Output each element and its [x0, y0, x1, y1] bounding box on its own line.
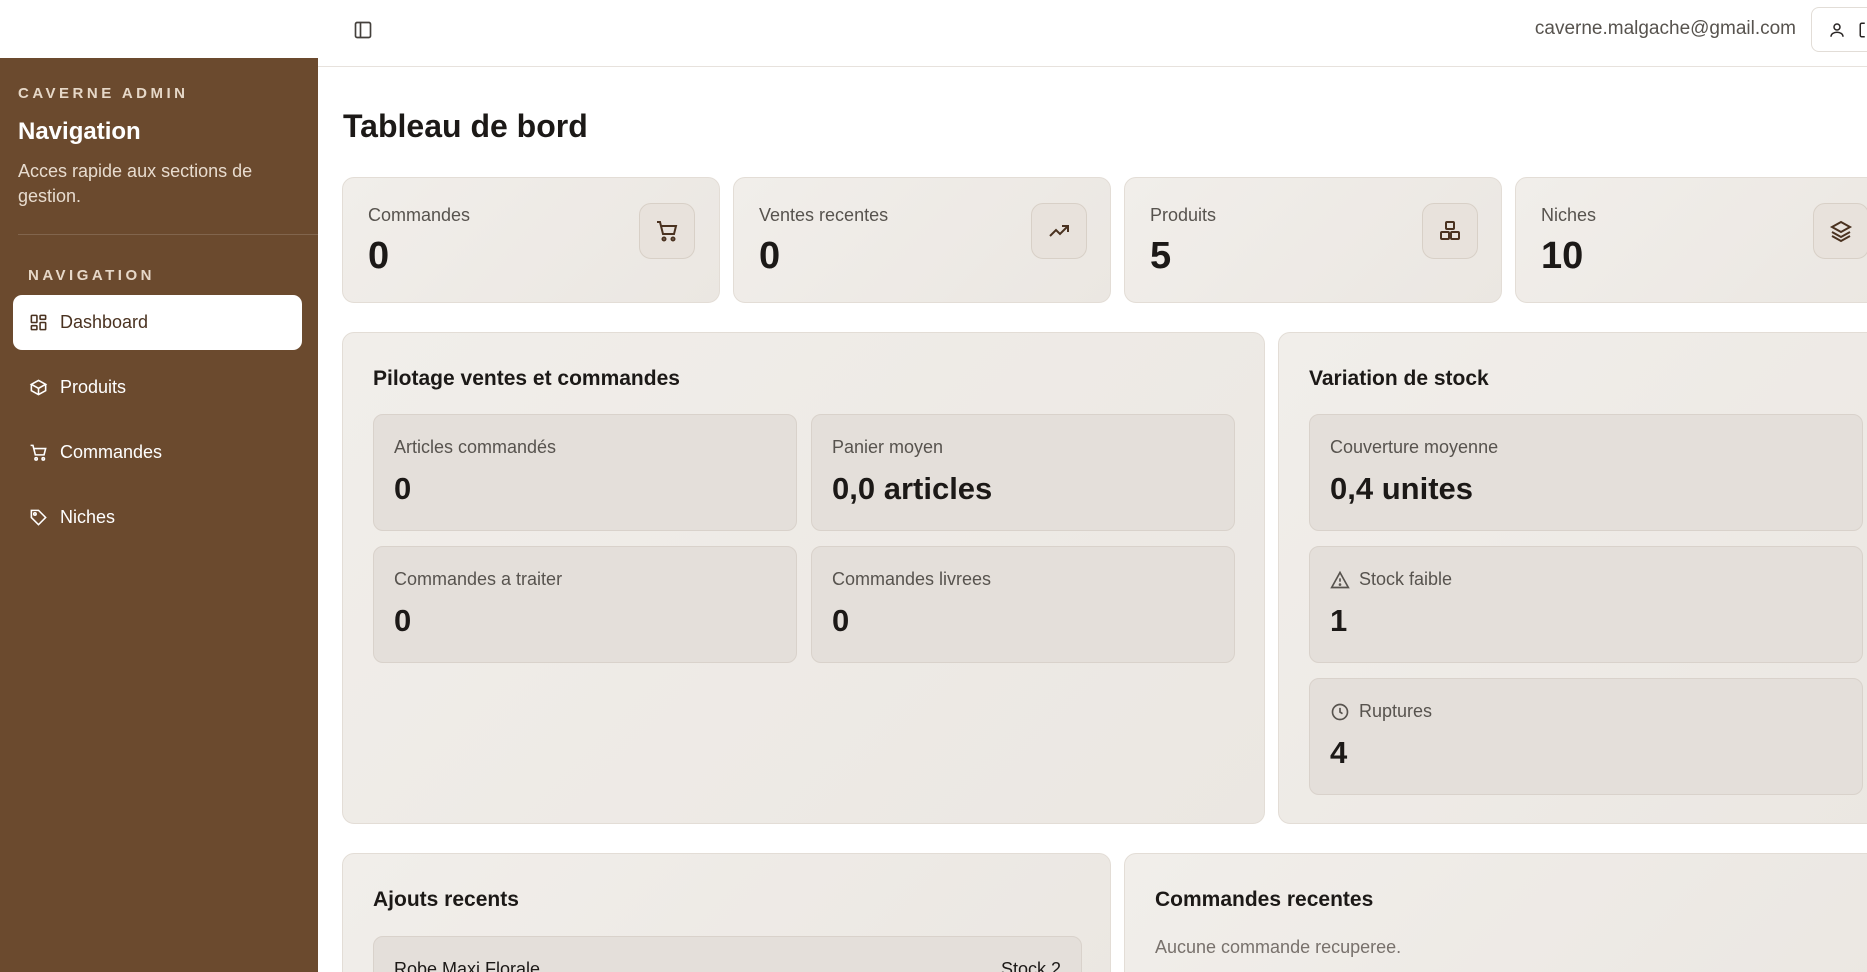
- empty-state-text: Aucune commande recuperee.: [1155, 937, 1402, 957]
- sidebar-item-produits[interactable]: Produits: [13, 360, 302, 415]
- sidebar-item-label: Commandes: [60, 442, 163, 462]
- package-icon: [29, 379, 48, 396]
- sidebar-divider: [18, 234, 318, 235]
- metric-label: Articles commandés: [394, 437, 557, 457]
- metric-value: 4: [1330, 735, 1348, 770]
- trending-up-icon: [1049, 225, 1069, 237]
- stat-icon-box: [1813, 203, 1867, 259]
- sidebar-item-niches[interactable]: Niches: [13, 490, 302, 545]
- sidebar-item-label: Produits: [60, 377, 127, 397]
- sidebar-description: Acces rapide aux sections de gestion.: [18, 161, 253, 206]
- dashboard-icon: [30, 314, 47, 331]
- top-bar: caverne.malgache@gmail.com: [0, 0, 1867, 67]
- metric-label: Commandes a traiter: [394, 569, 563, 589]
- tag-icon: [30, 509, 47, 526]
- recent-additions-panel: Ajouts recents Robe Maxi Florale Stock 2: [342, 853, 1111, 972]
- logout-icon: [1859, 22, 1865, 37]
- warning-icon: [1330, 570, 1350, 588]
- page-title: Tableau de bord: [343, 108, 588, 144]
- metric-value: 0,0 articles: [832, 471, 993, 506]
- stat-label: Niches: [1541, 205, 1597, 225]
- metric-commandes-a-traiter: Commandes a traiter 0: [373, 546, 797, 663]
- metric-label: Ruptures: [1330, 701, 1432, 722]
- stat-value: 10: [1541, 235, 1584, 277]
- metric-couverture-moyenne: Couverture moyenne 0,4 unites: [1309, 414, 1863, 531]
- sidebar-toggle-button[interactable]: [350, 17, 376, 43]
- metric-label-text: Ruptures: [1359, 701, 1433, 721]
- stat-card-niches: Niches 10: [1515, 177, 1867, 303]
- sidebar-brand: CAVERNE ADMIN: [18, 85, 189, 102]
- sidebar-item-label: Dashboard: [60, 312, 149, 332]
- sales-panel: Pilotage ventes et commandes Articles co…: [342, 332, 1265, 824]
- product-stock: Stock 2: [1000, 959, 1061, 972]
- stat-label: Commandes: [368, 205, 471, 225]
- user-email: caverne.malgache@gmail.com: [1534, 18, 1796, 39]
- user-menu-button[interactable]: [1811, 7, 1867, 52]
- stat-value: 0: [759, 235, 781, 277]
- metric-stock-faible: Stock faible 1: [1309, 546, 1863, 663]
- metric-label: Commandes livrees: [832, 569, 992, 589]
- sidebar-item-dashboard[interactable]: Dashboard: [13, 295, 302, 350]
- metric-label-text: Stock faible: [1359, 569, 1453, 589]
- layers-icon: [1829, 220, 1853, 243]
- metric-value: 0,4 unites: [1330, 471, 1473, 506]
- stat-label: Produits: [1150, 205, 1217, 225]
- metric-value: 0: [394, 471, 412, 506]
- metric-panier-moyen: Panier moyen 0,0 articles: [811, 414, 1235, 531]
- stat-label: Ventes recentes: [759, 205, 889, 225]
- clock-icon: [1331, 703, 1349, 720]
- metric-commandes-livrees: Commandes livrees 0: [811, 546, 1235, 663]
- boxes-icon: [1440, 221, 1460, 240]
- stat-icon-box: [1422, 203, 1478, 259]
- metric-label: Couverture moyenne: [1330, 437, 1499, 457]
- product-name: Robe Maxi Florale: [394, 959, 541, 972]
- metric-label: Panier moyen: [832, 437, 944, 457]
- panel-title: Ajouts recents: [373, 888, 519, 911]
- stat-icon-box: [1031, 203, 1087, 259]
- cart-icon: [657, 221, 678, 242]
- panel-left-icon: [354, 21, 372, 39]
- stock-panel: Variation de stock Couverture moyenne 0,…: [1278, 332, 1867, 824]
- stat-icon-box: [639, 203, 695, 259]
- sidebar-item-commandes[interactable]: Commandes: [13, 425, 302, 480]
- stat-value: 5: [1150, 235, 1172, 277]
- panel-title: Variation de stock: [1309, 367, 1489, 390]
- recent-orders-panel: Commandes recentes Aucune commande recup…: [1124, 853, 1867, 972]
- stat-card-produits: Produits 5: [1124, 177, 1502, 303]
- stat-card-ventes-recentes: Ventes recentes 0: [733, 177, 1111, 303]
- sidebar: CAVERNE ADMIN Navigation Acces rapide au…: [0, 58, 318, 972]
- metric-value: 0: [832, 603, 850, 638]
- list-item[interactable]: Robe Maxi Florale Stock 2: [373, 936, 1082, 972]
- metric-value: 1: [1330, 603, 1348, 638]
- sidebar-item-label: Niches: [60, 507, 116, 527]
- metric-ruptures: Ruptures 4: [1309, 678, 1863, 795]
- sidebar-title: Navigation: [18, 118, 141, 145]
- stat-card-commandes: Commandes 0: [342, 177, 720, 303]
- user-icon: [1830, 22, 1844, 37]
- stat-value: 0: [368, 235, 390, 277]
- sidebar-section-label: NAVIGATION: [28, 267, 155, 284]
- metric-value: 0: [394, 603, 412, 638]
- panel-title: Pilotage ventes et commandes: [373, 367, 680, 390]
- cart-icon: [30, 444, 47, 461]
- metric-label: Stock faible: [1330, 569, 1452, 590]
- panel-title: Commandes recentes: [1155, 888, 1374, 911]
- metric-articles-commandes: Articles commandés 0: [373, 414, 797, 531]
